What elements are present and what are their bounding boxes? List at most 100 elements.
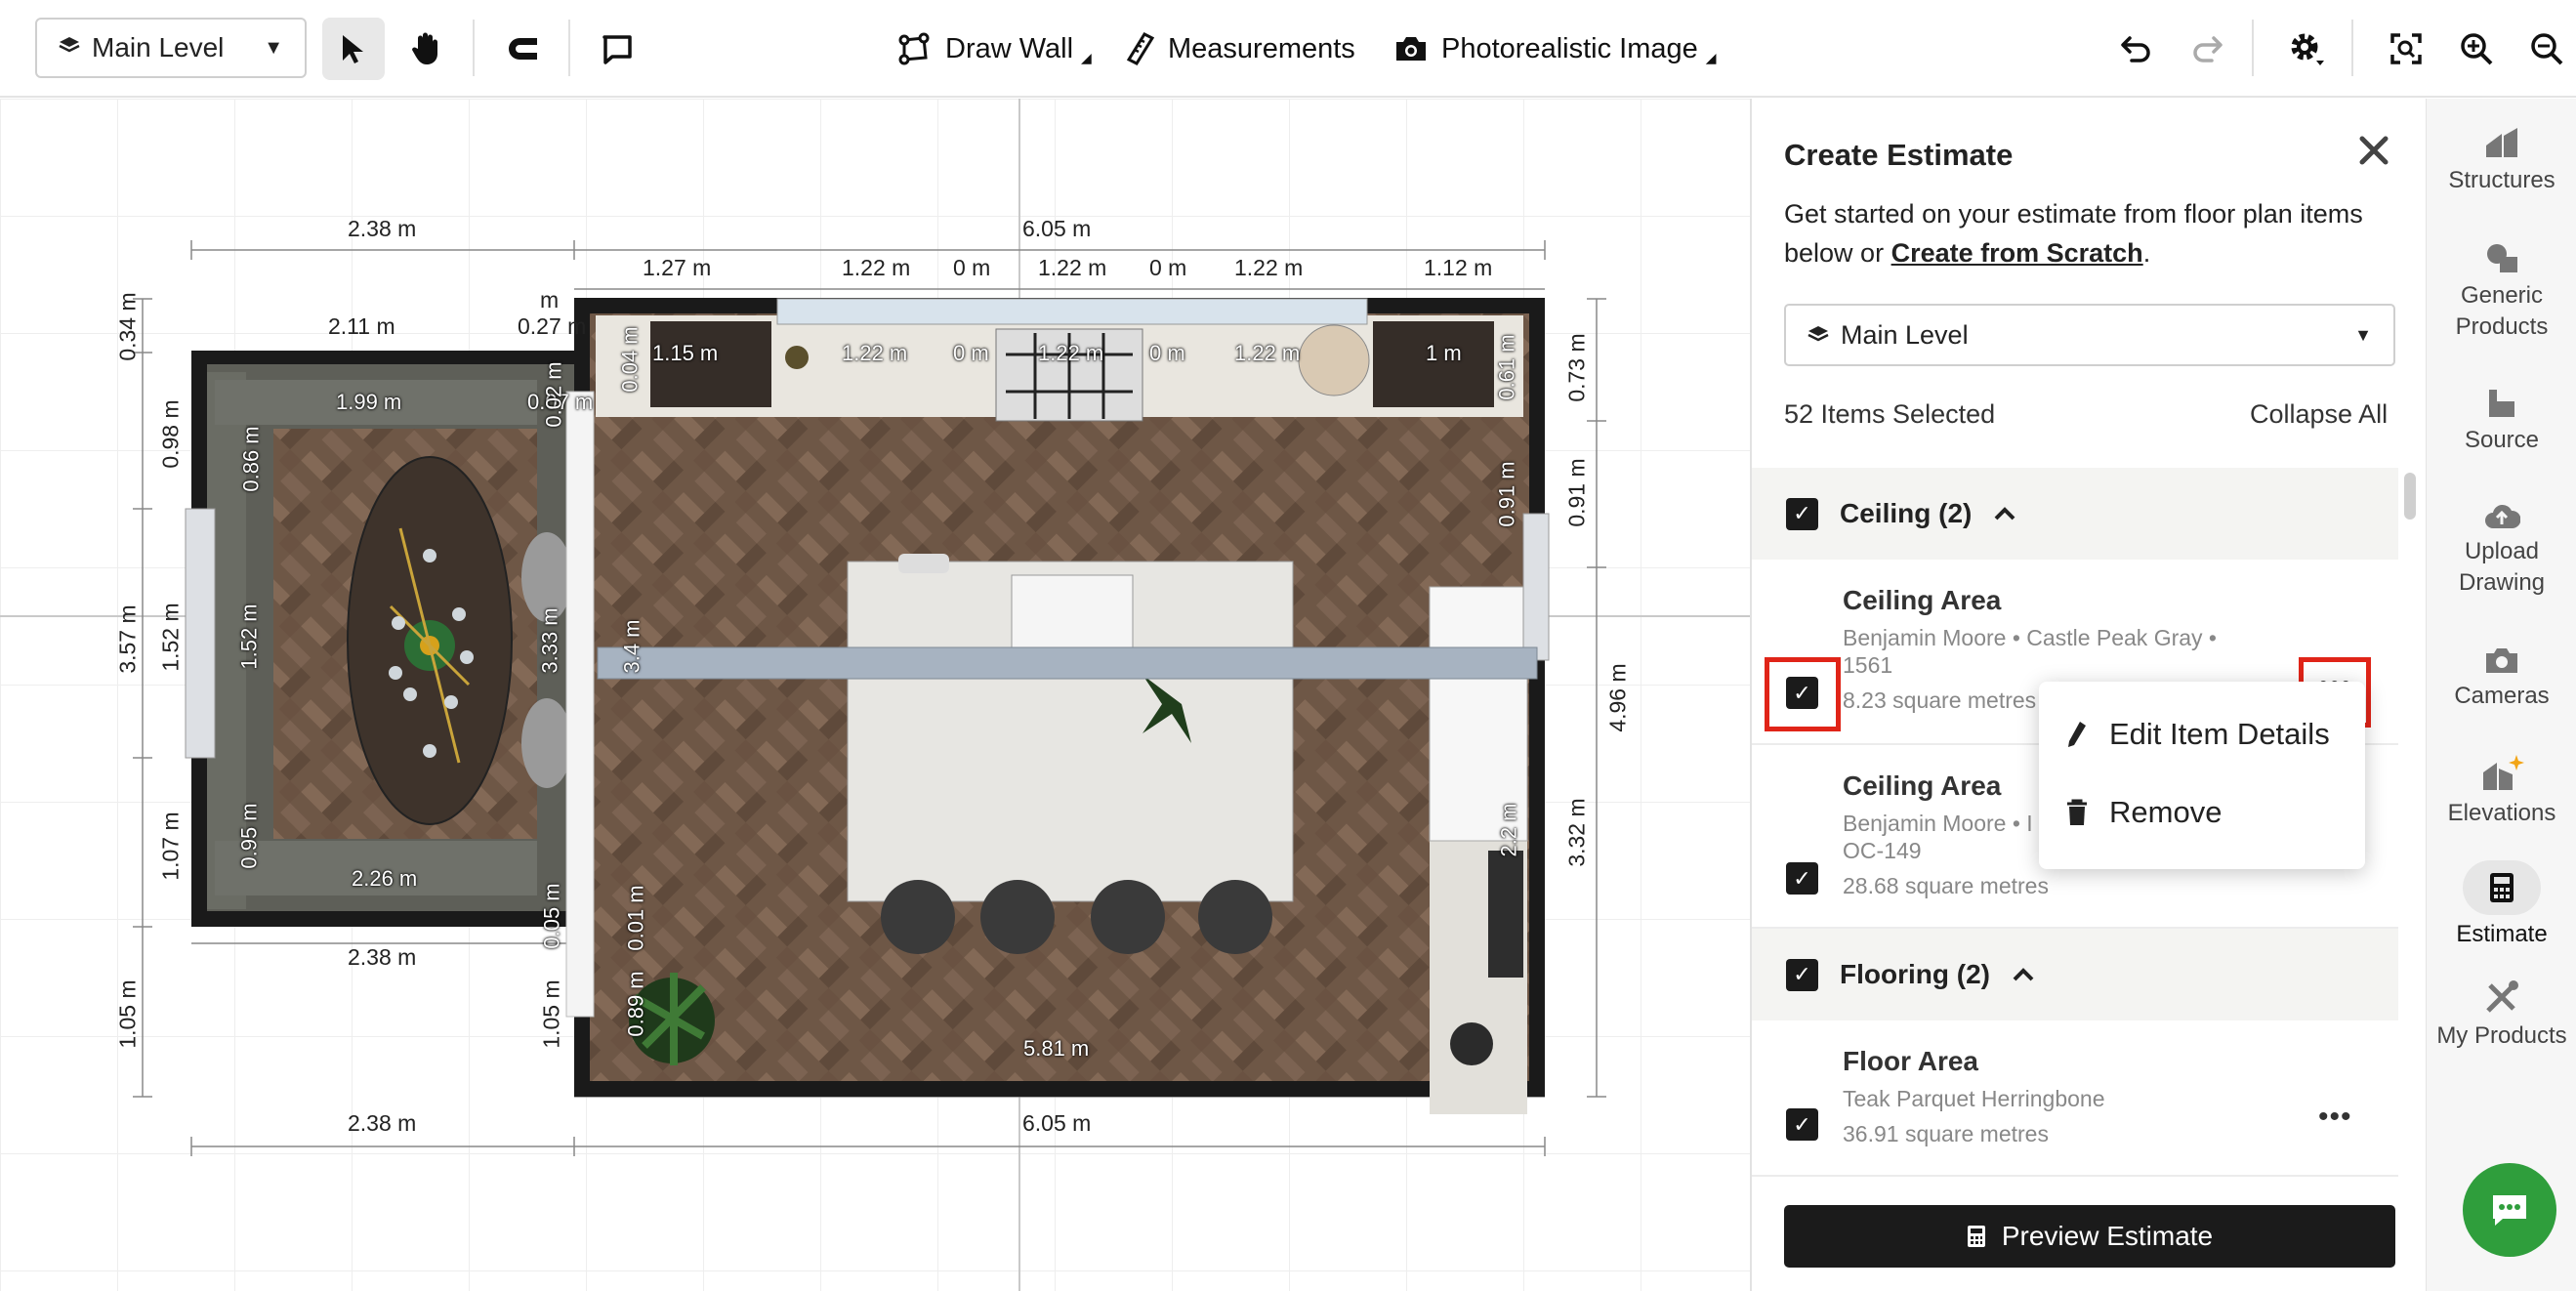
select-tool-button[interactable] [322,18,385,80]
group-label: Ceiling (2) [1840,498,1973,528]
nav-label: Elevations [2447,800,2556,826]
item-checkbox[interactable]: ✓ [1786,862,1818,895]
nav-label: Upload Drawing [2458,538,2546,596]
dimension-label: 1.22 m [842,255,911,280]
item-name: Ceiling Area [1843,770,2002,801]
nav-upload-drawing[interactable]: Upload Drawing [2427,501,2576,599]
nav-source[interactable]: Source [2427,386,2576,456]
pencil-icon [2068,722,2086,747]
floor-plan-label: 0.01 m [623,885,648,951]
floor-plan-label: 3.4 m [619,619,644,674]
nav-generic-products[interactable]: Generic Products [2427,241,2576,343]
floor-plan-label: 3.33 m [537,607,562,674]
create-from-scratch-link[interactable]: Create from Scratch [1891,238,2143,268]
dimension-label: 2.38 m [348,944,417,970]
floor-plan-label: 1.22 m [1038,341,1104,365]
dimension-label: 1.52 m [157,603,184,672]
floor-plan-label: 0.04 m [617,326,643,393]
caret-down-icon: ▼ [2354,324,2372,345]
elevations-sparkle-icon [2483,755,2524,790]
magnet-snap-button[interactable] [490,18,553,80]
chevron-up-icon[interactable] [2012,967,2035,982]
fit-to-screen-button[interactable] [2375,18,2437,80]
dimension-label: 1.22 m [1234,255,1304,280]
item-name: Floor Area [1843,1046,1978,1076]
redo-button[interactable] [2176,18,2238,80]
item-area: 8.23 square metres [1843,687,2037,713]
nav-my-products[interactable]: My Products [2427,979,2576,1052]
more-options-button[interactable]: ••• [2318,1101,2352,1134]
undo-icon [2121,36,2150,62]
floor-plan-canvas[interactable]: 2.38 m 6.05 m 1.27 m 1.22 m 0 m 1.22 m 0… [0,99,1750,1291]
dimension-label: 0 m [953,255,991,280]
ruler-icon [1127,32,1154,65]
chevron-up-icon[interactable] [1993,506,2016,521]
undo-button[interactable] [2105,18,2168,80]
floor-plan-label: 0.95 m [236,803,262,869]
floor-plan-label: 0.05 m [539,883,564,949]
chat-support-button[interactable] [2463,1163,2556,1257]
item-description: Benjamin Moore • Castle Peak Gray • [1843,625,2217,650]
nav-structures[interactable]: Structures [2427,126,2576,196]
dimension-label: 1.05 m [538,979,564,1049]
collapse-all-button[interactable]: Collapse All [2250,399,2388,430]
dimension-label: 6.05 m [1022,1110,1092,1136]
close-panel-button[interactable] [2357,134,2390,174]
cloud-upload-icon [2485,504,2520,528]
floor-plan-label: 0.91 m [1494,461,1519,527]
create-estimate-panel: Create Estimate Get started on your esti… [1750,99,2426,1291]
item-checkbox[interactable]: ✓ [1786,1108,1818,1141]
panel-intro-end: . [2142,238,2151,268]
dimension-label: 3.32 m [1563,798,1590,867]
panel-title: Create Estimate [1784,138,2014,172]
estimate-item[interactable]: Floor Area Teak Parquet Herringbone 36.9… [1752,1020,2398,1177]
preview-estimate-label: Preview Estimate [2001,1221,2214,1251]
measurements-label: Measurements [1168,32,1355,64]
corner-triangle-icon: ◢ [1081,49,1092,65]
comment-button[interactable] [586,18,648,80]
settings-button[interactable] [2275,18,2338,80]
zoom-out-button[interactable] [2515,18,2576,80]
comment-icon [602,35,632,64]
floor-plan-label: 0 m [1149,341,1185,365]
dimension-label: 1.07 m [157,812,184,881]
group-header-flooring[interactable]: ✓ Flooring (2) [1752,929,2398,1020]
app-window: Main Level ▼ Draw Wall ◢ Measurements Ph… [0,0,2576,1291]
pan-tool-button[interactable] [395,18,457,80]
floor-plan-label: 0.86 m [238,426,264,492]
measurements-button[interactable]: Measurements [1127,18,1355,80]
nav-cameras[interactable]: Cameras [2427,646,2576,712]
checkbox-checked-icon[interactable]: ✓ [1786,958,1818,991]
panel-level-select[interactable]: Main Level ▼ [1784,304,2395,366]
draw-wall-button[interactable]: Draw Wall ◢ [898,18,1092,80]
preview-estimate-button[interactable]: Preview Estimate [1784,1205,2395,1268]
floor-plan-label: 2.2 m [1496,803,1521,857]
generic-products-icon [2487,244,2517,272]
item-area: 36.91 square metres [1843,1121,2049,1146]
floor-plan-label: 0 m [953,341,989,365]
photorealistic-image-button[interactable]: Photorealistic Image ◢ [1394,18,1717,80]
calculator-icon [2490,873,2514,902]
layers-icon [59,32,80,63]
floor-plan-label: 5.81 m [1023,1036,1090,1061]
trash-icon [2067,799,2087,825]
dimension-label: 0.98 m [157,399,184,469]
gear-icon [2291,33,2324,65]
dimension-label: m [540,287,560,312]
zoom-in-button[interactable] [2445,18,2508,80]
group-header-ceiling[interactable]: ✓ Ceiling (2) [1752,468,2398,560]
nav-elevations[interactable]: Elevations [2427,753,2576,829]
remove-menu-item[interactable]: Remove [2066,795,2222,830]
scrollbar-thumb[interactable] [2404,473,2416,520]
dimension-label: 3.57 m [114,604,141,674]
nav-estimate[interactable]: Estimate [2427,860,2576,950]
checkbox-checked-icon[interactable]: ✓ [1786,497,1818,530]
edit-item-details-menu-item[interactable]: Edit Item Details [2066,717,2330,752]
calculator-icon [1967,1226,1985,1247]
panel-intro: Get started on your estimate from floor … [1784,194,2389,272]
dimension-label: 0.27 m [518,313,587,339]
magnet-icon [509,38,537,60]
zoom-out-icon [2531,33,2563,65]
floor-plan-label: 1 m [1426,341,1462,365]
level-select[interactable]: Main Level ▼ [35,18,307,78]
